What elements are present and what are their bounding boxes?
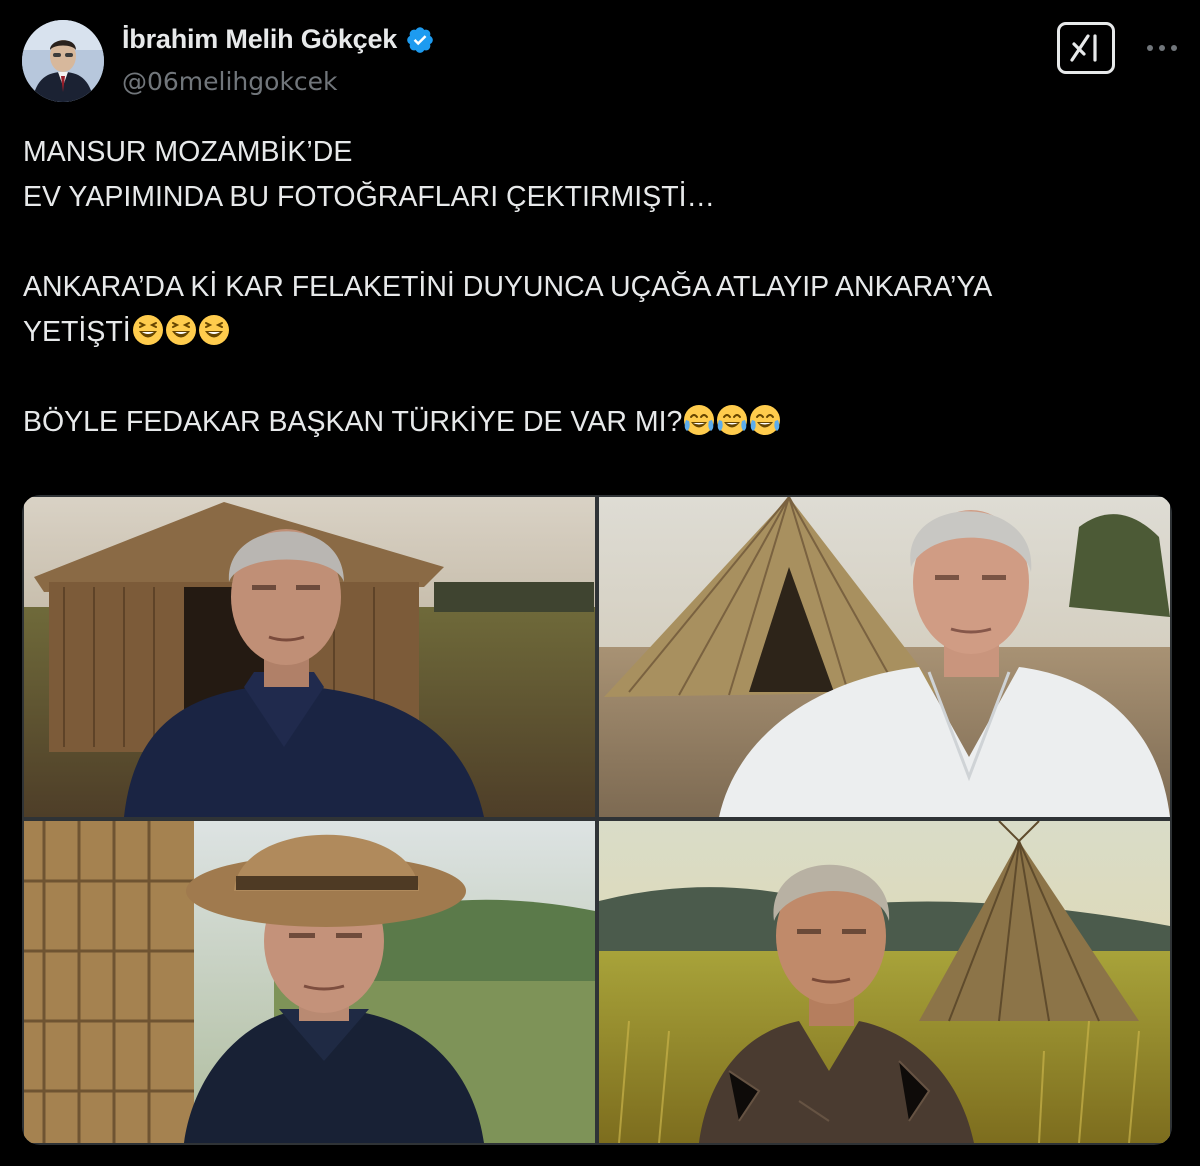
author-handle[interactable]: @06melihgokcek bbox=[122, 67, 338, 96]
media-grid bbox=[22, 495, 1172, 1145]
laughing-emoji-icon bbox=[165, 314, 197, 346]
tweet-card: İbrahim Melih Gökçek @06melihgokcek MANS… bbox=[0, 0, 1200, 1166]
media-photo-1[interactable] bbox=[24, 497, 595, 817]
media-photo-4[interactable] bbox=[599, 821, 1170, 1143]
tweet-text: MANSUR MOZAMBİK’DE EV YAPIMINDA BU FOTOĞ… bbox=[23, 130, 1183, 445]
photo-image bbox=[24, 821, 595, 1143]
laughing-emoji-icon bbox=[198, 314, 230, 346]
laughing-emoji-icon bbox=[132, 314, 164, 346]
tweet-line-with-emoji: YETİŞTİ bbox=[23, 310, 1183, 355]
profile-photo-icon bbox=[22, 20, 104, 102]
tweet-line: MANSUR MOZAMBİK’DE bbox=[23, 136, 353, 168]
author-name-row: İbrahim Melih Gökçek bbox=[122, 24, 435, 55]
grok-icon bbox=[1070, 34, 1097, 62]
tears-of-joy-emoji-icon bbox=[716, 404, 748, 436]
verified-badge-icon bbox=[407, 26, 433, 53]
photo-image bbox=[599, 821, 1170, 1143]
more-options-button[interactable] bbox=[1140, 28, 1184, 68]
tweet-line: EV YAPIMINDA BU FOTOĞRAFLARI ÇEKTIRMIŞTİ… bbox=[23, 181, 716, 213]
tweet-line-text: YETİŞTİ bbox=[23, 316, 131, 348]
photo-image bbox=[599, 497, 1170, 817]
tweet-line: ANKARA’DA Kİ KAR FELAKETİNİ DUYUNCA UÇAĞ… bbox=[23, 271, 993, 303]
media-photo-3[interactable] bbox=[24, 821, 595, 1143]
tweet-line-text: BÖYLE FEDAKAR BAŞKAN TÜRKİYE DE VAR MI? bbox=[23, 406, 683, 438]
more-horizontal-icon bbox=[1147, 45, 1177, 51]
tears-of-joy-emoji-icon bbox=[683, 404, 715, 436]
author-display-name[interactable]: İbrahim Melih Gökçek bbox=[122, 24, 397, 55]
tears-of-joy-emoji-icon bbox=[749, 404, 781, 436]
tweet-line-with-emoji: BÖYLE FEDAKAR BAŞKAN TÜRKİYE DE VAR MI? bbox=[23, 400, 1183, 445]
photo-image bbox=[24, 497, 595, 817]
grok-button[interactable] bbox=[1057, 22, 1115, 74]
media-photo-2[interactable] bbox=[599, 497, 1170, 817]
author-avatar[interactable] bbox=[22, 20, 104, 102]
